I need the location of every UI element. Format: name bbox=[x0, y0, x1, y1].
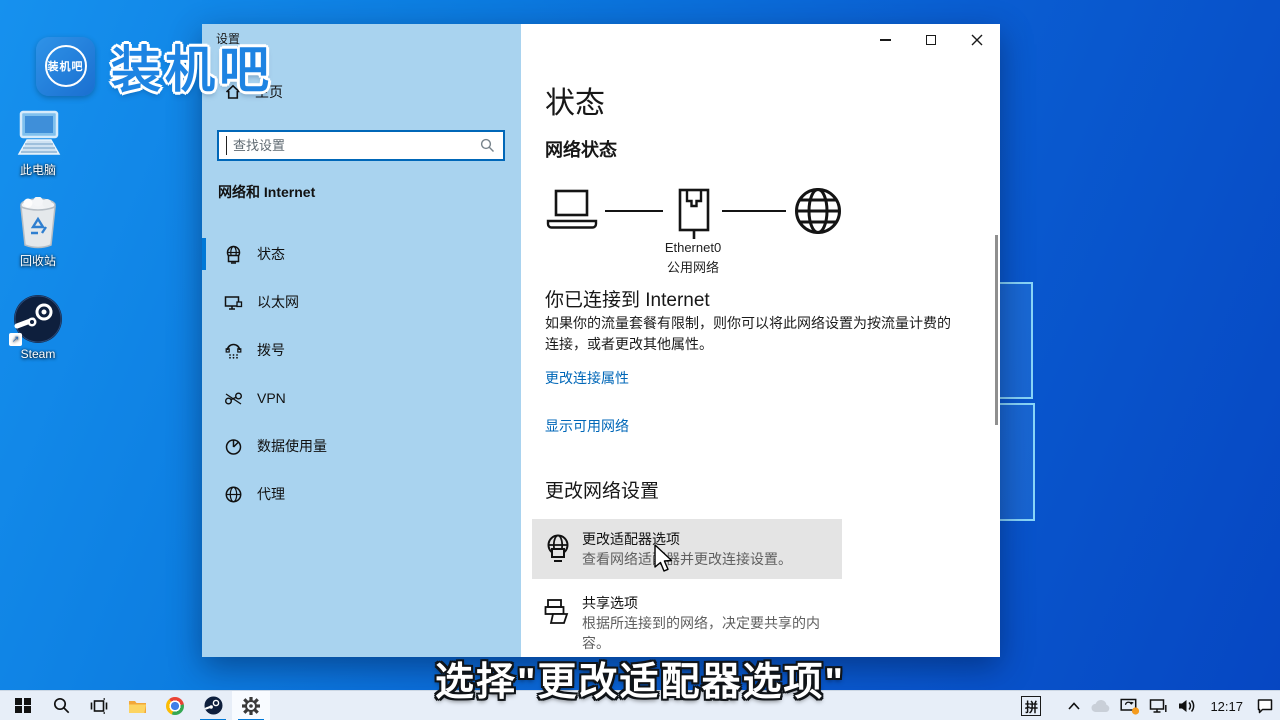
data-usage-icon bbox=[224, 437, 243, 456]
desktop-icon-label: 回收站 bbox=[0, 252, 76, 269]
close-button[interactable] bbox=[954, 24, 1000, 56]
adapter-options-icon bbox=[544, 534, 572, 564]
desktop-icon-label: 此电脑 bbox=[0, 161, 76, 178]
vpn-icon bbox=[224, 389, 243, 408]
laptop-icon bbox=[545, 188, 599, 232]
settings-item-title: 共享选项 bbox=[582, 593, 638, 613]
page-title: 状态 bbox=[545, 78, 605, 122]
desktop-icon-recycle-bin[interactable]: 回收站 bbox=[0, 197, 76, 269]
mouse-cursor bbox=[652, 544, 674, 574]
desktop-icon-label: Steam bbox=[0, 347, 76, 361]
sidebar-item-status[interactable]: 状态 bbox=[202, 230, 521, 278]
connected-heading: 你已连接到 Internet bbox=[545, 285, 710, 312]
sidebar-item-ethernet[interactable]: 以太网 bbox=[202, 278, 521, 326]
sidebar-item-label: VPN bbox=[257, 390, 286, 406]
link-show-available-networks[interactable]: 显示可用网络 bbox=[545, 416, 629, 436]
network-status-title: 网络状态 bbox=[545, 136, 617, 162]
sidebar-item-proxy[interactable]: 代理 bbox=[202, 470, 521, 518]
network-type: 公用网络 bbox=[643, 257, 743, 276]
steam-icon: ↗ bbox=[0, 292, 76, 344]
maximize-icon bbox=[926, 35, 936, 45]
brand-badge-icon: 装机吧 bbox=[36, 37, 95, 96]
network-name: Ethernet0 bbox=[643, 240, 743, 255]
minimize-icon bbox=[880, 39, 891, 41]
brand-badge-text: 装机吧 bbox=[45, 45, 87, 87]
sharing-options-item[interactable]: 共享选项 根据所连接到的网络，决定要共享的内容。 bbox=[532, 583, 842, 643]
status-globe-icon bbox=[224, 245, 243, 264]
settings-window: 设置 主页 网络和 Internet bbox=[202, 24, 1000, 657]
ethernet-connector-icon bbox=[673, 188, 715, 240]
sidebar-item-label: 数据使用量 bbox=[257, 436, 327, 456]
shortcut-arrow-icon: ↗ bbox=[9, 333, 22, 346]
change-adapter-options-item[interactable]: 更改适配器选项 查看网络适配器并更改连接设置。 bbox=[532, 519, 842, 579]
link-change-connection-properties[interactable]: 更改连接属性 bbox=[545, 368, 629, 388]
video-subtitle: 选择"更改适配器选项" bbox=[0, 651, 1280, 707]
ethernet-icon bbox=[224, 293, 243, 312]
sidebar-item-label: 代理 bbox=[257, 484, 285, 504]
desktop-icon-steam[interactable]: ↗ Steam bbox=[0, 292, 76, 361]
search-input[interactable] bbox=[227, 138, 480, 153]
connected-body: 如果你的流量套餐有限制，则你可以将此网络设置为按流量计费的连接，或者更改其他属性… bbox=[545, 313, 963, 355]
sidebar-item-label: 以太网 bbox=[257, 292, 299, 312]
minimize-button[interactable] bbox=[862, 24, 908, 56]
maximize-button[interactable] bbox=[908, 24, 954, 56]
brand-logo: 装机吧 装机吧 bbox=[36, 30, 273, 102]
settings-item-desc: 查看网络适配器并更改连接设置。 bbox=[582, 549, 792, 569]
wallpaper-logo-pane bbox=[997, 403, 1035, 521]
change-network-settings-title: 更改网络设置 bbox=[545, 476, 659, 503]
sharing-options-icon bbox=[544, 598, 572, 628]
diagram-connector-line bbox=[722, 210, 786, 212]
sidebar-item-vpn[interactable]: VPN bbox=[202, 374, 521, 422]
settings-sidebar: 设置 主页 网络和 Internet bbox=[202, 24, 521, 657]
desktop-icon-this-pc[interactable]: 此电脑 bbox=[0, 106, 76, 178]
sidebar-nav: 状态 以太网 拨号 bbox=[202, 230, 521, 518]
settings-main-panel: 状态 网络状态 Ethernet0 公用网络 你已连接到 Internet 如果… bbox=[521, 24, 1000, 657]
dialup-icon bbox=[224, 341, 243, 360]
scrollbar-thumb[interactable] bbox=[995, 235, 998, 425]
brand-wordmark: 装机吧 bbox=[111, 30, 273, 102]
window-controls bbox=[862, 24, 1000, 56]
diagram-connector-line bbox=[605, 210, 663, 212]
sidebar-section-title: 网络和 Internet bbox=[218, 182, 315, 202]
recycle-bin-icon bbox=[0, 197, 76, 249]
sidebar-item-data-usage[interactable]: 数据使用量 bbox=[202, 422, 521, 470]
wallpaper-logo-pane bbox=[997, 282, 1033, 399]
sidebar-item-label: 拨号 bbox=[257, 340, 285, 360]
internet-globe-icon bbox=[793, 186, 843, 236]
proxy-icon bbox=[224, 485, 243, 504]
search-icon bbox=[480, 138, 495, 153]
settings-item-desc: 根据所连接到的网络，决定要共享的内容。 bbox=[582, 613, 842, 653]
sidebar-item-label: 状态 bbox=[257, 244, 285, 264]
search-box[interactable] bbox=[217, 130, 505, 161]
close-icon bbox=[971, 34, 983, 46]
this-pc-icon bbox=[0, 106, 76, 158]
sidebar-item-dialup[interactable]: 拨号 bbox=[202, 326, 521, 374]
